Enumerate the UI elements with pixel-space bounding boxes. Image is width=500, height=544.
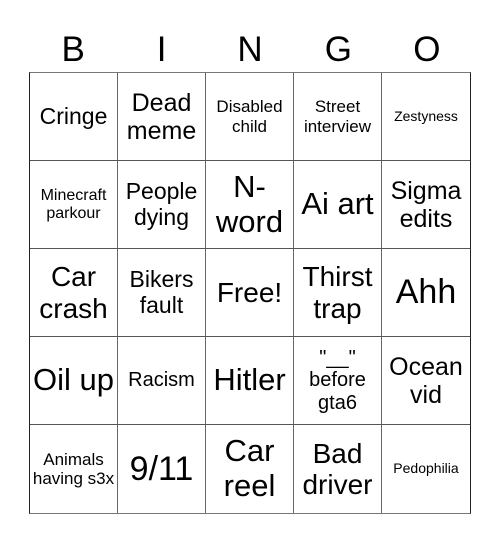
bingo-cell[interactable]: Car crash: [30, 249, 118, 337]
bingo-cell[interactable]: Bad driver: [294, 425, 382, 513]
bingo-grid: Cringe Dead meme Disabled child Street i…: [29, 72, 471, 514]
bingo-cell[interactable]: Pedophilia: [382, 425, 470, 513]
bingo-cell[interactable]: N-word: [206, 161, 294, 249]
bingo-cell[interactable]: Minecraft parkour: [30, 161, 118, 249]
bingo-cell[interactable]: People dying: [118, 161, 206, 249]
bingo-cell[interactable]: Animals having s3x: [30, 425, 118, 513]
bingo-cell[interactable]: Sigma edits: [382, 161, 470, 249]
bingo-cell[interactable]: Ocean vid: [382, 337, 470, 425]
bingo-cell[interactable]: Racism: [118, 337, 206, 425]
bingo-cell[interactable]: Car reel: [206, 425, 294, 513]
bingo-cell[interactable]: Cringe: [30, 73, 118, 161]
bingo-cell[interactable]: "__" before gta6: [294, 337, 382, 425]
header-letter-i: I: [156, 30, 167, 69]
bingo-cell[interactable]: Disabled child: [206, 73, 294, 161]
header-letter-g: G: [324, 30, 353, 69]
bingo-cell[interactable]: Ai art: [294, 161, 382, 249]
bingo-cell[interactable]: 9/11: [118, 425, 206, 513]
bingo-header: B I N G O: [29, 28, 471, 72]
bingo-cell-free[interactable]: Free!: [206, 249, 294, 337]
bingo-cell[interactable]: Ahh: [382, 249, 470, 337]
header-letter-b: B: [61, 30, 85, 69]
bingo-cell[interactable]: Bikers fault: [118, 249, 206, 337]
bingo-cell[interactable]: Street interview: [294, 73, 382, 161]
header-letter-o: O: [413, 30, 441, 69]
bingo-cell[interactable]: Zestyness: [382, 73, 470, 161]
header-letter-n: N: [237, 30, 263, 69]
bingo-cell[interactable]: Dead meme: [118, 73, 206, 161]
bingo-cell[interactable]: Oil up: [30, 337, 118, 425]
bingo-cell[interactable]: Hitler: [206, 337, 294, 425]
bingo-cell[interactable]: Thirst trap: [294, 249, 382, 337]
